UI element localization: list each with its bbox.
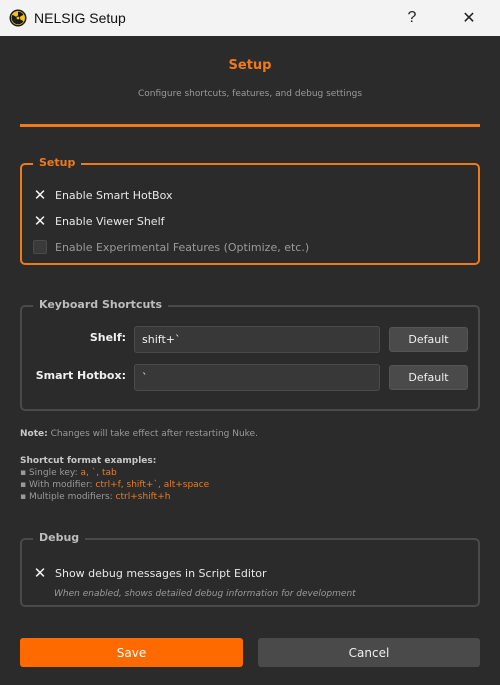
save-button-label: Save	[116, 645, 147, 660]
debug-group-legend: Debug	[33, 531, 86, 544]
page-title: Setup	[228, 58, 272, 73]
close-button[interactable]: ✕	[446, 0, 492, 36]
smart-hotbox-checkbox-row[interactable]: ✕ Enable Smart HotBox	[33, 186, 173, 204]
debug-group: Debug ✕ Show debug messages in Script Ed…	[20, 531, 480, 607]
viewer-shelf-checkbox-row[interactable]: ✕ Enable Viewer Shelf	[33, 212, 165, 230]
debug-messages-label: Show debug messages in Script Editor	[55, 566, 267, 580]
help-button[interactable]: ?	[389, 0, 435, 36]
note-prefix: Note:	[20, 429, 48, 439]
close-icon: ✕	[462, 10, 476, 27]
format-line-prefix: ▪ Multiple modifiers:	[20, 492, 116, 502]
experimental-features-checkbox-row[interactable]: Enable Experimental Features (Optimize, …	[33, 238, 309, 256]
setup-group-legend: Setup	[33, 156, 82, 169]
help-icon: ?	[407, 9, 417, 26]
debug-description: When enabled, shows detailed debug infor…	[54, 589, 356, 599]
header-divider	[20, 124, 480, 127]
keyboard-shortcuts-legend: Keyboard Shortcuts	[33, 298, 169, 311]
title-bar: NELSIG Setup ? ✕	[0, 0, 500, 36]
debug-messages-checkbox-row[interactable]: ✕ Show debug messages in Script Editor	[33, 564, 267, 582]
smart-hotbox-default-label: Default	[408, 371, 449, 384]
shelf-shortcut-input[interactable]	[134, 326, 380, 353]
experimental-features-label: Enable Experimental Features (Optimize, …	[55, 240, 310, 254]
format-line-prefix: ▪ With modifier:	[20, 480, 96, 490]
radiation-icon	[9, 9, 27, 27]
cancel-button-label: Cancel	[348, 645, 390, 660]
page-subtitle: Configure shortcuts, features, and debug…	[137, 89, 363, 99]
cancel-button[interactable]: Cancel	[258, 638, 480, 667]
shelf-default-label: Default	[408, 333, 449, 346]
debug-messages-checkbox[interactable]: ✕	[33, 565, 47, 580]
format-line-example: ctrl+f, shift+`, alt+space	[95, 480, 210, 490]
experimental-features-checkbox[interactable]	[33, 240, 47, 254]
viewer-shelf-checkbox[interactable]: ✕	[33, 213, 47, 228]
format-line-example: a, `, tab	[80, 468, 117, 478]
smart-hotbox-checkbox[interactable]: ✕	[33, 187, 47, 202]
smart-hotbox-label: Enable Smart HotBox	[55, 188, 173, 202]
shortcut-format-examples: Shortcut format examples: ▪ Single key: …	[20, 455, 209, 503]
smart-hotbox-shortcut-label: Smart Hotbox:	[35, 369, 126, 382]
format-line-single-key: ▪ Single key: a, `, tab	[20, 467, 209, 479]
viewer-shelf-label: Enable Viewer Shelf	[55, 214, 165, 228]
note-text: Changes will take effect after restartin…	[50, 429, 258, 439]
smart-hotbox-default-button[interactable]: Default	[389, 365, 468, 390]
restart-note: Note: Changes will take effect after res…	[20, 429, 258, 439]
format-line-multiple-modifiers: ▪ Multiple modifiers: ctrl+shift+h	[20, 491, 209, 503]
format-line-with-modifier: ▪ With modifier: ctrl+f, shift+`, alt+sp…	[20, 479, 209, 491]
save-button[interactable]: Save	[20, 638, 243, 667]
window-title: NELSIG Setup	[34, 10, 126, 26]
dialog-body: Setup Configure shortcuts, features, and…	[0, 36, 500, 685]
smart-hotbox-shortcut-input[interactable]	[134, 364, 380, 391]
keyboard-shortcuts-group: Keyboard Shortcuts Shelf: Default Smart …	[20, 298, 480, 411]
shelf-default-button[interactable]: Default	[389, 327, 468, 352]
setup-group: Setup ✕ Enable Smart HotBox ✕ Enable Vie…	[20, 156, 480, 265]
format-line-example: ctrl+shift+h	[115, 492, 171, 502]
format-line-prefix: ▪ Single key:	[20, 468, 81, 478]
format-title: Shortcut format examples:	[20, 456, 157, 466]
shelf-label: Shelf:	[89, 331, 126, 344]
